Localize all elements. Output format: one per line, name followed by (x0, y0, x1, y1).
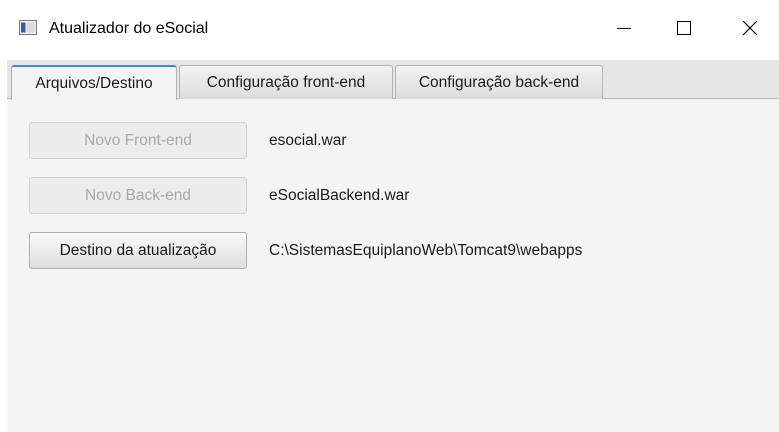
new-front-end-button[interactable]: Novo Front-end (29, 122, 247, 159)
minimize-button[interactable] (596, 0, 652, 60)
tab-configuracao-front-end[interactable]: Configuração front-end (179, 65, 393, 99)
close-icon (742, 20, 758, 41)
title-bar[interactable]: Atualizador do eSocial (0, 0, 779, 60)
update-destination-button[interactable]: Destino da atualização (29, 232, 247, 269)
tab-arquivos-destino[interactable]: Arquivos/Destino (11, 65, 177, 100)
maximize-button[interactable] (656, 0, 712, 60)
app-window-icon (19, 20, 37, 35)
close-button[interactable] (722, 0, 778, 60)
window-title: Atualizador do eSocial (49, 20, 209, 37)
front-end-file-label: esocial.war (269, 132, 347, 149)
tab-bar: Arquivos/Destino Configuração front-end … (7, 60, 779, 100)
main-content: Arquivos/Destino Configuração front-end … (7, 60, 779, 432)
destination-path-label: C:\SistemasEquiplanoWeb\Tomcat9\webapps (269, 242, 583, 259)
new-back-end-button[interactable]: Novo Back-end (29, 177, 247, 214)
maximize-icon (677, 20, 691, 40)
back-end-file-label: eSocialBackend.war (269, 187, 410, 204)
minimize-icon (617, 21, 631, 40)
tab-configuracao-back-end[interactable]: Configuração back-end (395, 65, 603, 99)
app-window: Atualizador do eSocial Arquivos/Destino … (0, 0, 779, 432)
